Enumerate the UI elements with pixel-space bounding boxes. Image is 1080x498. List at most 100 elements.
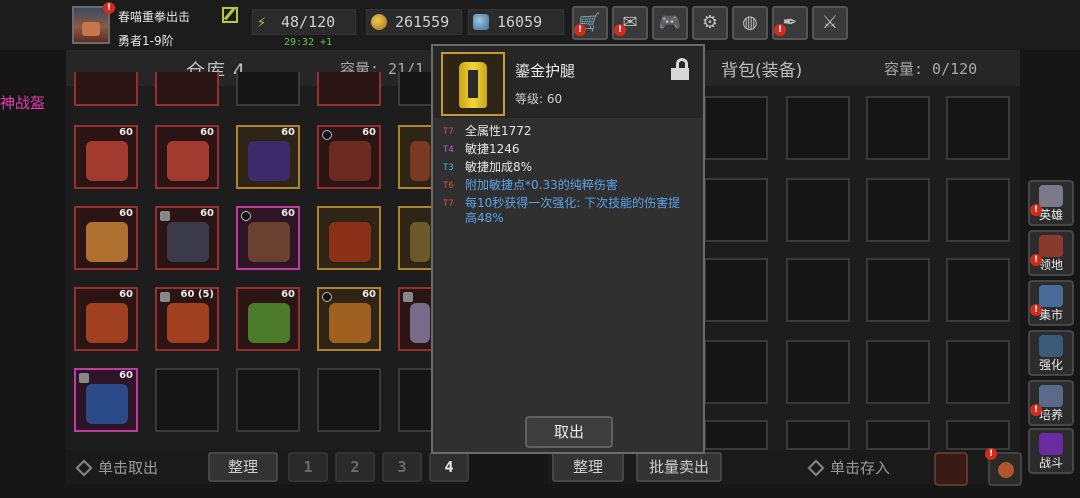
bag-slot[interactable]	[704, 96, 768, 160]
armor-filter-icon[interactable]	[934, 452, 968, 486]
bag-slot[interactable]	[866, 96, 930, 160]
bag-slot[interactable]	[786, 258, 850, 322]
bag-slot[interactable]	[946, 178, 1010, 242]
take-out-button[interactable]: 取出	[525, 416, 613, 448]
gamepad-button[interactable]: 🎮	[652, 6, 688, 40]
bag-slot[interactable]	[946, 340, 1010, 404]
inventory-slot[interactable]	[398, 287, 434, 351]
inventory-slot[interactable]: 60	[317, 287, 381, 351]
page-button-1[interactable]: 1	[288, 452, 328, 482]
inventory-slot[interactable]	[236, 72, 300, 106]
bag-slot[interactable]	[946, 420, 1010, 450]
inventory-slot[interactable]: 60	[74, 368, 138, 432]
page-button-4[interactable]: 4	[429, 452, 469, 482]
inventory-slot[interactable]	[74, 72, 138, 106]
empty-slot[interactable]	[317, 368, 381, 432]
bag-slot[interactable]	[866, 420, 930, 450]
crossed-swords-button[interactable]: ⚔	[812, 6, 848, 40]
bag-slot[interactable]	[866, 178, 930, 242]
empty-slot[interactable]	[155, 368, 219, 432]
inventory-slot[interactable]: 60	[155, 125, 219, 189]
alert-badge: !	[774, 24, 786, 36]
edit-name-icon[interactable]	[222, 7, 238, 23]
inventory-slot[interactable]	[398, 206, 434, 270]
gem-counter[interactable]: 16059	[468, 9, 564, 35]
player-rank: 勇者1-9阶	[118, 34, 174, 48]
attribute-row: T7 每10秒获得一次强化: 下次技能的伤害提高48%	[443, 196, 685, 226]
alert-badge: !	[614, 24, 626, 36]
store-toggle[interactable]: 单击存入	[807, 457, 890, 478]
hero-helmet-icon	[1039, 185, 1063, 207]
bag-slot[interactable]	[704, 258, 768, 322]
bag-slot[interactable]	[866, 340, 930, 404]
equipment-icon	[86, 303, 128, 343]
equipment-icon	[329, 303, 371, 343]
alert-badge: !	[1030, 204, 1042, 216]
attribute-text: 附加敏捷点*0.33的纯粹伤害	[465, 178, 618, 192]
inventory-slot[interactable]: 60	[74, 125, 138, 189]
bag-slot[interactable]	[786, 340, 850, 404]
item-level-badge: 60	[281, 289, 295, 300]
side-nav-hero-helmet[interactable]: 英雄	[1028, 180, 1074, 226]
inventory-slot[interactable]: 60	[236, 206, 300, 270]
energy-regen-timer: 29:32 +1	[284, 37, 333, 48]
inventory-slot[interactable]	[155, 72, 219, 106]
battle-portal-icon	[1039, 433, 1063, 455]
bag-slot[interactable]	[946, 96, 1010, 160]
take-out-toggle[interactable]: 单击取出	[75, 457, 158, 478]
item-level-badge: 60	[281, 127, 295, 138]
side-nav-train-figure[interactable]: 培养	[1028, 380, 1074, 426]
gold-counter[interactable]: 261559	[366, 9, 462, 35]
bag-slot[interactable]	[704, 420, 768, 450]
bulk-sell-button[interactable]: 批量卖出	[636, 452, 722, 482]
gold-value: 261559	[395, 13, 450, 31]
alert-badge: !	[574, 24, 586, 36]
attribute-row: T6 附加敏捷点*0.33的纯粹伤害	[443, 178, 685, 194]
offscreen-item-label: 神战盔	[0, 94, 46, 112]
bag-sort-button[interactable]: 整理	[552, 452, 624, 482]
page-button-2[interactable]: 2	[335, 452, 375, 482]
item-level-badge: 60 (5)	[180, 289, 215, 300]
bag-slot[interactable]	[786, 96, 850, 160]
item-level: 等级: 60	[515, 92, 563, 106]
item-level-badge: 60	[362, 289, 376, 300]
inventory-slot[interactable]	[398, 125, 434, 189]
side-nav-battle-portal[interactable]: 战斗	[1028, 428, 1074, 474]
item-level-badge: 60	[200, 127, 214, 138]
inventory-slot[interactable]	[317, 72, 381, 106]
inventory-slot[interactable]: 60	[236, 125, 300, 189]
bag-slot[interactable]	[786, 178, 850, 242]
bag-slot[interactable]	[786, 420, 850, 450]
marked-circle-icon	[322, 292, 332, 302]
inventory-slot[interactable]: 60	[74, 287, 138, 351]
warehouse-sort-button[interactable]: 整理	[208, 452, 278, 482]
bag-slot[interactable]	[704, 340, 768, 404]
side-nav-enhance-crystal[interactable]: 强化	[1028, 330, 1074, 376]
inventory-slot[interactable]: 60	[317, 125, 381, 189]
gear-button[interactable]: ⚙	[692, 6, 728, 40]
item-level-badge: 60	[119, 208, 133, 219]
energy-counter[interactable]: 48/120	[252, 9, 356, 35]
unlock-icon[interactable]	[671, 58, 689, 80]
inventory-slot[interactable]: 60	[74, 206, 138, 270]
page-button-3[interactable]: 3	[382, 452, 422, 482]
color-wheel-button[interactable]: ◍	[732, 6, 768, 40]
leggings-icon	[441, 52, 505, 116]
inventory-slot[interactable]	[398, 72, 434, 106]
empty-slot[interactable]	[398, 368, 434, 432]
equipment-icon	[86, 141, 128, 181]
inventory-slot[interactable]: 60	[155, 206, 219, 270]
bag-capacity: 容量: 0/120	[884, 60, 978, 78]
empty-slot[interactable]	[236, 368, 300, 432]
equipment-icon	[410, 141, 430, 181]
item-level-badge: 60	[362, 127, 376, 138]
bag-slot[interactable]	[704, 178, 768, 242]
side-nav-market-stall[interactable]: 集市	[1028, 280, 1074, 326]
inventory-slot[interactable]: 60	[236, 287, 300, 351]
item-name: 鎏金护腿	[515, 62, 576, 80]
inventory-slot[interactable]	[317, 206, 381, 270]
bag-slot[interactable]	[946, 258, 1010, 322]
bag-slot[interactable]	[866, 258, 930, 322]
side-nav-territory-castle[interactable]: 领地	[1028, 230, 1074, 276]
inventory-slot[interactable]: 60 (5)	[155, 287, 219, 351]
